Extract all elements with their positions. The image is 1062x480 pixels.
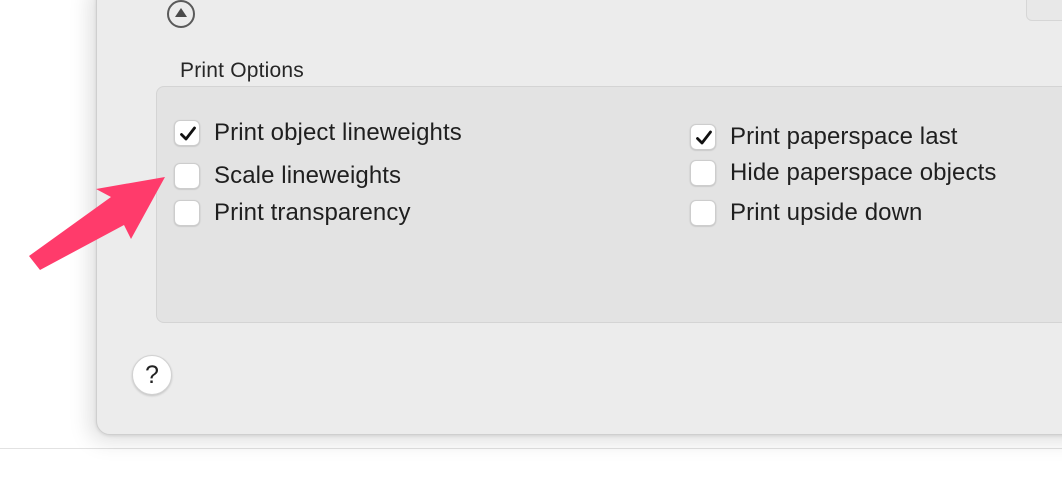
scale-lineweights-checkbox[interactable]	[174, 163, 200, 189]
option-print-object-lineweights[interactable]: Print object lineweights	[174, 119, 462, 147]
window-bottom-divider	[0, 448, 1062, 449]
option-print-paperspace-last[interactable]: Print paperspace last	[690, 123, 958, 151]
print-paperspace-last-checkbox[interactable]	[690, 124, 716, 150]
checkmark-icon	[696, 130, 712, 145]
hide-paperspace-objects-label: Hide paperspace objects	[730, 159, 997, 186]
print-object-lineweights-checkbox[interactable]	[174, 120, 200, 146]
option-hide-paperspace-objects[interactable]: Hide paperspace objects	[690, 159, 996, 187]
print-object-lineweights-label: Print object lineweights	[214, 119, 462, 146]
top-right-popup-button[interactable]	[1026, 0, 1062, 21]
scale-lineweights-label: Scale lineweights	[214, 162, 402, 189]
triangle-up-icon	[175, 8, 187, 17]
checkmark-icon	[180, 126, 196, 141]
print-upside-down-label: Print upside down	[730, 199, 923, 226]
option-print-upside-down[interactable]: Print upside down	[690, 199, 922, 227]
hide-paperspace-objects-checkbox[interactable]	[690, 160, 716, 186]
print-options-title: Print Options	[180, 59, 304, 82]
print-upside-down-checkbox[interactable]	[690, 200, 716, 226]
screenshot-stage: Print Options Print object lineweights S…	[0, 0, 1062, 480]
help-button[interactable]: ?	[132, 355, 172, 395]
option-print-transparency[interactable]: Print transparency	[174, 199, 411, 227]
option-scale-lineweights[interactable]: Scale lineweights	[174, 162, 401, 190]
collapse-details-button[interactable]	[167, 0, 195, 28]
print-paperspace-last-label: Print paperspace last	[730, 123, 958, 150]
print-transparency-label: Print transparency	[214, 199, 411, 226]
print-transparency-checkbox[interactable]	[174, 200, 200, 226]
